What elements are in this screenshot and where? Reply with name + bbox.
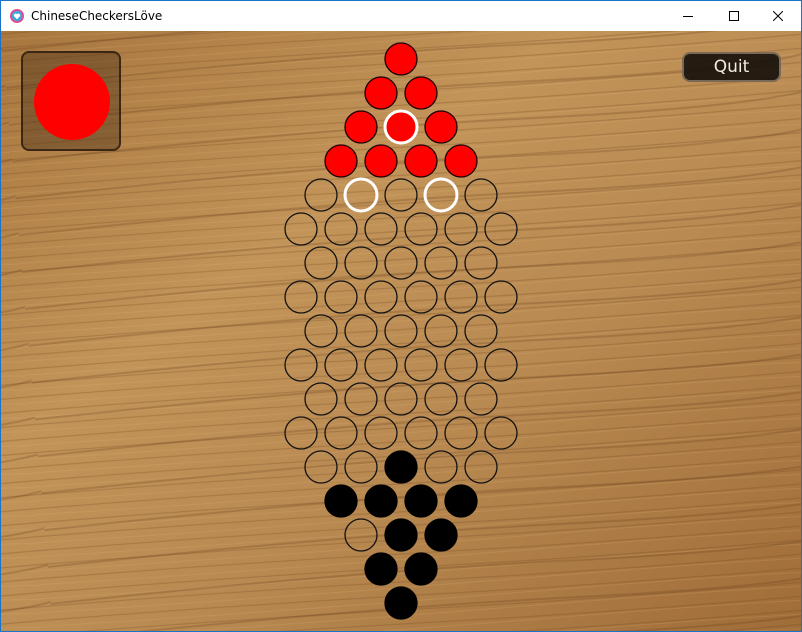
empty-hole[interactable]	[424, 382, 458, 416]
empty-hole[interactable]	[324, 212, 358, 246]
maximize-button[interactable]	[711, 1, 757, 31]
empty-hole[interactable]	[284, 280, 318, 314]
empty-hole[interactable]	[384, 246, 418, 280]
empty-hole[interactable]	[344, 314, 378, 348]
empty-hole[interactable]	[404, 416, 438, 450]
app-window: ChineseCheckersLöve Quit	[0, 0, 802, 632]
empty-hole[interactable]	[484, 280, 518, 314]
empty-hole[interactable]	[424, 314, 458, 348]
game-board[interactable]	[1, 31, 801, 631]
empty-hole[interactable]	[324, 280, 358, 314]
maximize-icon	[729, 11, 739, 21]
red-piece[interactable]	[404, 76, 438, 110]
empty-hole[interactable]	[484, 212, 518, 246]
red-piece[interactable]	[424, 110, 458, 144]
heart-app-icon	[10, 9, 24, 23]
minimize-button[interactable]	[665, 1, 711, 31]
highlighted-hole[interactable]	[343, 177, 379, 213]
empty-hole[interactable]	[364, 348, 398, 382]
close-icon	[773, 11, 783, 21]
empty-hole[interactable]	[424, 450, 458, 484]
empty-hole[interactable]	[464, 382, 498, 416]
empty-hole[interactable]	[324, 348, 358, 382]
empty-hole[interactable]	[344, 450, 378, 484]
empty-hole[interactable]	[284, 212, 318, 246]
empty-hole[interactable]	[464, 246, 498, 280]
empty-hole[interactable]	[404, 348, 438, 382]
red-piece[interactable]	[444, 144, 478, 178]
empty-hole[interactable]	[464, 450, 498, 484]
red-piece[interactable]	[364, 76, 398, 110]
black-piece[interactable]	[324, 484, 358, 518]
red-piece[interactable]	[384, 42, 418, 76]
red-piece[interactable]	[344, 110, 378, 144]
empty-hole[interactable]	[384, 314, 418, 348]
minimize-icon	[683, 16, 693, 17]
black-piece[interactable]	[384, 586, 418, 620]
empty-hole[interactable]	[304, 314, 338, 348]
empty-hole[interactable]	[384, 382, 418, 416]
window-title: ChineseCheckersLöve	[31, 9, 163, 23]
empty-hole[interactable]	[344, 246, 378, 280]
black-piece[interactable]	[364, 552, 398, 586]
empty-hole[interactable]	[304, 178, 338, 212]
empty-hole[interactable]	[344, 518, 378, 552]
empty-hole[interactable]	[344, 382, 378, 416]
close-button[interactable]	[755, 1, 801, 31]
black-piece[interactable]	[384, 450, 418, 484]
empty-hole[interactable]	[484, 348, 518, 382]
red-piece[interactable]	[404, 144, 438, 178]
empty-hole[interactable]	[304, 450, 338, 484]
black-piece[interactable]	[384, 518, 418, 552]
empty-hole[interactable]	[484, 416, 518, 450]
empty-hole[interactable]	[324, 416, 358, 450]
black-piece[interactable]	[364, 484, 398, 518]
empty-hole[interactable]	[424, 246, 458, 280]
empty-hole[interactable]	[284, 348, 318, 382]
quit-button[interactable]: Quit	[682, 52, 781, 82]
empty-hole[interactable]	[304, 382, 338, 416]
empty-hole[interactable]	[364, 280, 398, 314]
empty-hole[interactable]	[404, 212, 438, 246]
selected-red-piece[interactable]	[383, 109, 419, 145]
red-piece[interactable]	[364, 144, 398, 178]
empty-hole[interactable]	[444, 280, 478, 314]
black-piece[interactable]	[404, 552, 438, 586]
empty-hole[interactable]	[404, 280, 438, 314]
empty-hole[interactable]	[464, 178, 498, 212]
empty-hole[interactable]	[364, 212, 398, 246]
empty-hole[interactable]	[444, 416, 478, 450]
game-canvas[interactable]: Quit	[1, 31, 801, 631]
empty-hole[interactable]	[444, 212, 478, 246]
red-piece[interactable]	[324, 144, 358, 178]
title-bar[interactable]: ChineseCheckersLöve	[1, 1, 801, 31]
black-piece[interactable]	[404, 484, 438, 518]
empty-hole[interactable]	[384, 178, 418, 212]
empty-hole[interactable]	[464, 314, 498, 348]
highlighted-hole[interactable]	[423, 177, 459, 213]
black-piece[interactable]	[444, 484, 478, 518]
empty-hole[interactable]	[284, 416, 318, 450]
empty-hole[interactable]	[304, 246, 338, 280]
empty-hole[interactable]	[444, 348, 478, 382]
empty-hole[interactable]	[364, 416, 398, 450]
black-piece[interactable]	[424, 518, 458, 552]
